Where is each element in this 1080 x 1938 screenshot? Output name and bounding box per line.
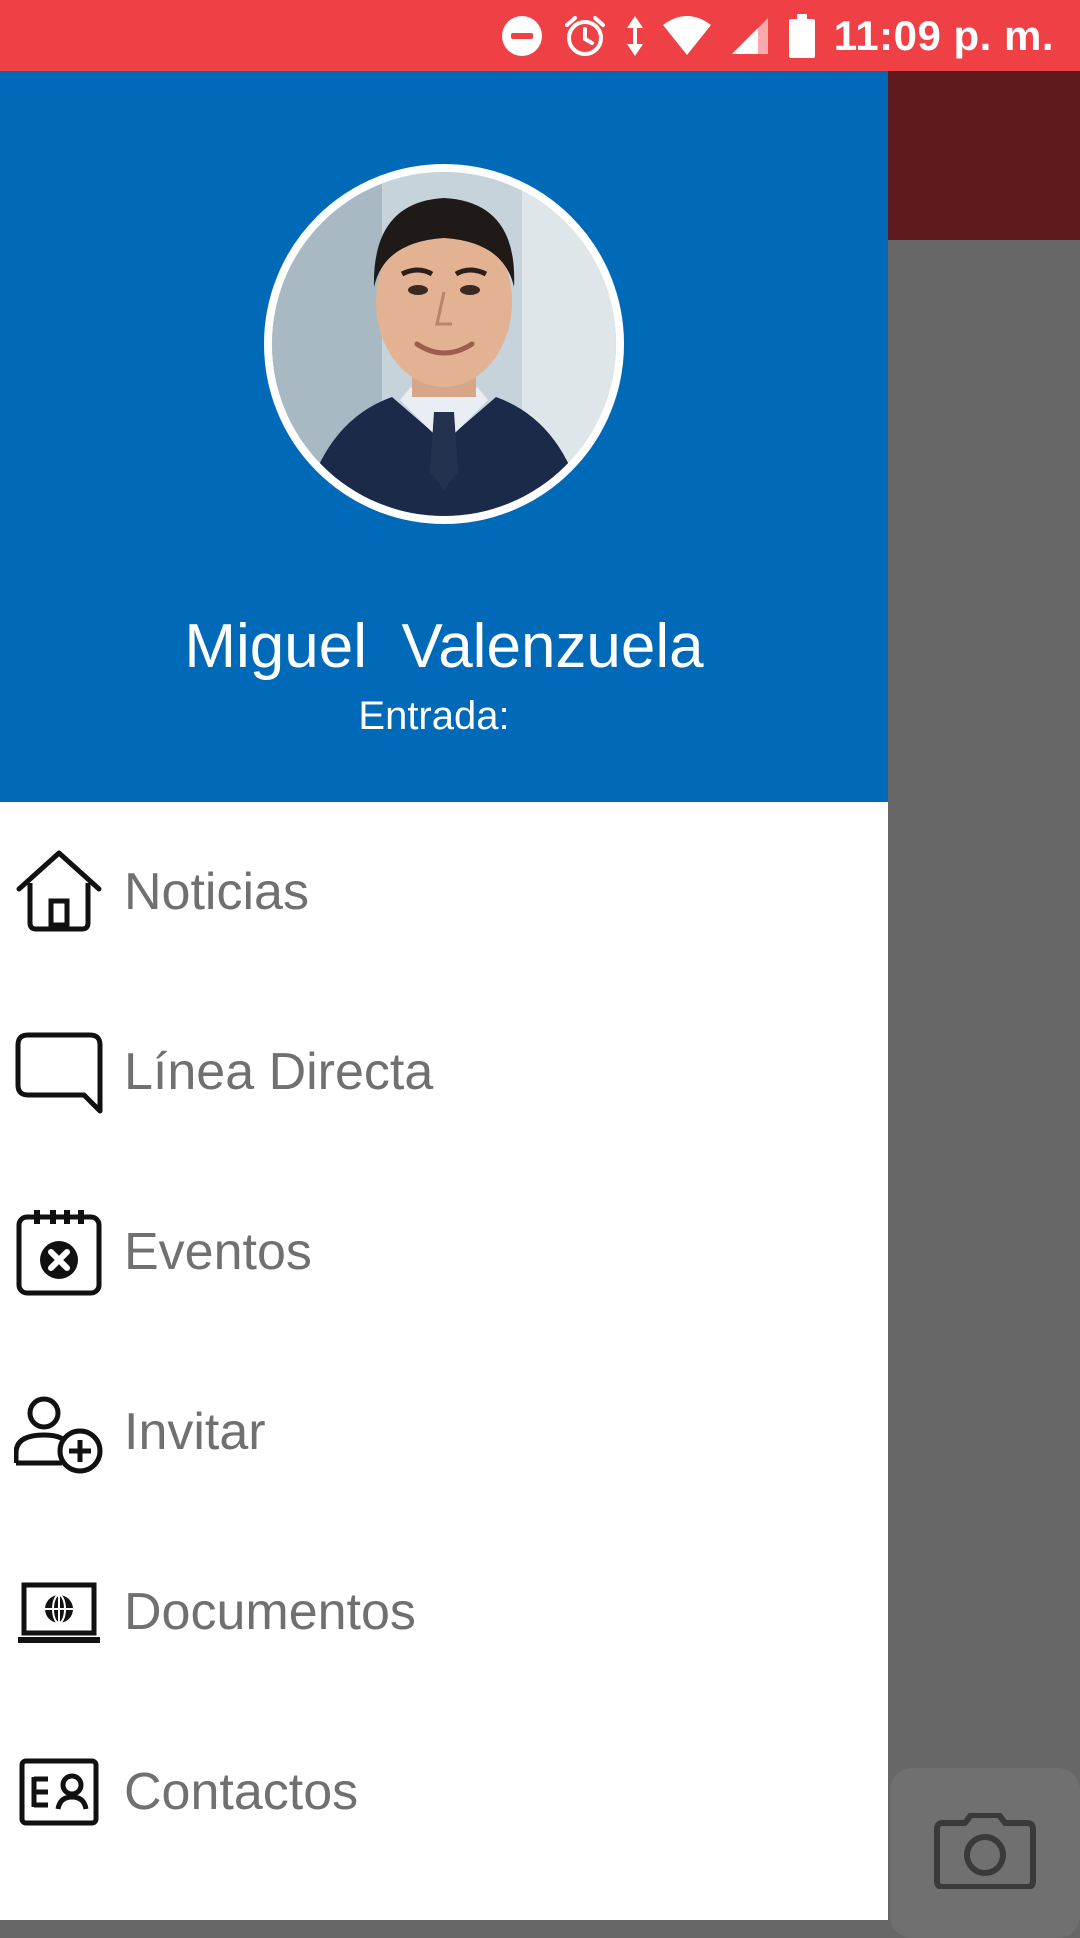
menu-item-contactos[interactable]: Contactos (0, 1702, 888, 1882)
menu-item-label: Documentos (124, 1583, 416, 1641)
chat-bubble-icon (14, 1027, 104, 1117)
menu-item-invitar[interactable]: Invitar (0, 1342, 888, 1522)
calendar-icon (14, 1207, 104, 1297)
menu-item-eventos[interactable]: Eventos (0, 1162, 888, 1342)
menu-item-documentos[interactable]: Documentos (0, 1522, 888, 1702)
add-user-icon (14, 1387, 104, 1477)
menu-item-label: Contactos (124, 1763, 359, 1821)
menu-item-label: Noticias (124, 863, 309, 921)
alarm-icon (562, 13, 608, 59)
battery-icon (788, 13, 816, 59)
camera-icon (933, 1811, 1037, 1894)
menu-item-label: Invitar (124, 1403, 266, 1461)
status-time: 11:09 p. m. (833, 11, 1054, 59)
status-bar: 11:09 p. m. (0, 0, 1080, 71)
user-entry-label: Entrada: (358, 694, 510, 738)
laptop-globe-icon (14, 1567, 104, 1657)
menu-item-label: Eventos (124, 1223, 312, 1281)
home-icon (14, 847, 104, 937)
drawer-header: Miguel Valenzuela Entrada: (0, 71, 888, 802)
menu-item-linea-directa[interactable]: Línea Directa (0, 982, 888, 1162)
data-arrows-icon (626, 14, 644, 58)
background-app-scrim[interactable] (888, 71, 1080, 1938)
do-not-disturb-icon (500, 14, 544, 58)
drawer-menu: Noticias Línea Directa Eventos Invitar D (0, 802, 888, 1882)
navigation-drawer: Miguel Valenzuela Entrada: Noticias Líne… (0, 71, 888, 1920)
user-name: Miguel Valenzuela (184, 612, 704, 681)
background-toolbar (888, 71, 1080, 240)
signal-icon (730, 16, 770, 56)
contact-card-icon (14, 1747, 104, 1837)
avatar[interactable] (264, 164, 624, 524)
wifi-icon (662, 15, 712, 57)
menu-item-noticias[interactable]: Noticias (0, 802, 888, 982)
menu-item-label: Línea Directa (124, 1043, 434, 1101)
camera-button[interactable] (890, 1768, 1080, 1938)
